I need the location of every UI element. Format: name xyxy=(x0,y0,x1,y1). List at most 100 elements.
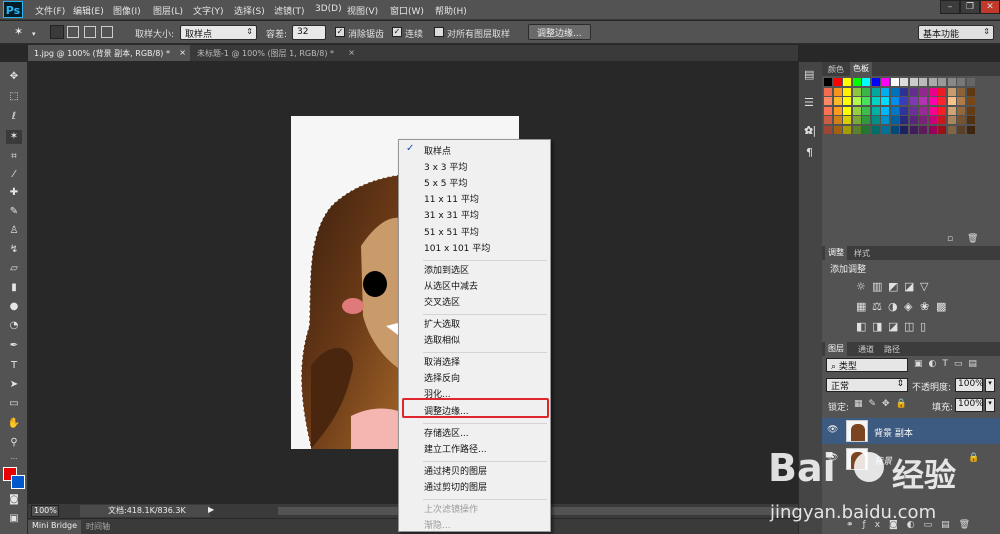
color-swatch[interactable] xyxy=(957,106,965,115)
quick-mask-icon[interactable]: ◙ xyxy=(6,493,22,507)
adjustment-icon[interactable]: ❀ xyxy=(920,300,929,313)
add-selection-icon[interactable] xyxy=(67,26,79,38)
color-swatch[interactable] xyxy=(966,116,975,124)
context-menu-item[interactable]: 扩大选取 xyxy=(424,317,460,330)
color-swatch[interactable] xyxy=(890,97,899,105)
swatch-grid[interactable] xyxy=(824,78,984,138)
sample-all-layers-checkbox[interactable] xyxy=(434,27,444,37)
sample-size-select[interactable]: 取样点 ⇕ xyxy=(180,25,257,40)
brush-tool-icon[interactable]: ✎ xyxy=(6,205,22,219)
tab-color[interactable]: 颜色 xyxy=(828,64,844,75)
color-swatch[interactable] xyxy=(966,125,975,134)
color-swatch[interactable] xyxy=(843,116,851,124)
context-menu-item[interactable]: 5 x 5 平均 xyxy=(424,176,467,189)
crop-tool-icon[interactable]: ⌗ xyxy=(6,150,22,164)
color-swatch[interactable] xyxy=(909,97,918,105)
color-swatch[interactable] xyxy=(957,87,965,96)
tab-styles[interactable]: 样式 xyxy=(854,248,870,259)
context-menu-item[interactable]: 交叉选区 xyxy=(424,295,460,308)
intersect-selection-icon[interactable] xyxy=(101,26,113,38)
pen-tool-icon[interactable]: ✒ xyxy=(6,339,22,353)
layer-filter-icons[interactable]: ▣◐T▭▤ xyxy=(914,359,983,369)
color-swatch[interactable] xyxy=(833,116,842,124)
color-swatch[interactable] xyxy=(947,87,956,96)
paragraph-icon[interactable]: ¶ xyxy=(806,146,813,159)
color-swatch[interactable] xyxy=(947,97,956,105)
move-tool-icon[interactable]: ✥ xyxy=(6,70,22,84)
color-swatch[interactable] xyxy=(900,78,908,86)
adjustment-icon[interactable]: ◪ xyxy=(888,320,898,333)
tab-adjustments[interactable]: 调整 xyxy=(825,246,847,260)
color-swatch[interactable] xyxy=(881,78,889,86)
context-menu-item[interactable]: 51 x 51 平均 xyxy=(424,225,479,238)
context-menu-item[interactable]: 添加到选区 xyxy=(424,263,469,276)
color-swatch[interactable] xyxy=(871,97,880,105)
color-swatch[interactable] xyxy=(871,87,880,96)
color-swatch[interactable] xyxy=(852,116,861,124)
menu-item[interactable]: 图层(L) xyxy=(153,4,183,17)
zoom-level-input[interactable]: 100% xyxy=(31,505,59,517)
color-swatch[interactable] xyxy=(938,78,946,86)
color-swatch[interactable] xyxy=(843,78,851,86)
color-swatch[interactable] xyxy=(909,106,918,115)
adjustment-icon[interactable]: ☼ xyxy=(856,280,866,293)
tab-layers[interactable]: 图层 xyxy=(825,342,847,356)
color-swatch[interactable] xyxy=(919,125,927,134)
tab-swatches[interactable]: 色板 xyxy=(850,62,872,76)
subtract-selection-icon[interactable] xyxy=(84,26,96,38)
color-swatch[interactable] xyxy=(852,106,861,115)
context-menu-item[interactable]: 101 x 101 平均 xyxy=(424,241,490,254)
adjustment-icon[interactable]: ◈ xyxy=(904,300,912,313)
color-swatch[interactable] xyxy=(843,97,851,105)
context-menu-item[interactable]: 11 x 11 平均 xyxy=(424,192,479,205)
lasso-tool-icon[interactable]: ℓ xyxy=(6,110,22,124)
color-swatch[interactable] xyxy=(871,78,880,86)
color-swatch[interactable] xyxy=(938,87,946,96)
color-swatch[interactable] xyxy=(871,106,880,115)
close-button[interactable]: ✕ xyxy=(980,0,1000,14)
stamp-tool-icon[interactable]: ♙ xyxy=(6,224,22,238)
color-swatch[interactable] xyxy=(833,106,842,115)
healing-brush-icon[interactable]: ✚ xyxy=(6,186,22,200)
color-swatch[interactable] xyxy=(928,106,937,115)
layer-filter-select[interactable]: ⌕ 类型 xyxy=(826,358,908,372)
color-swatch[interactable] xyxy=(919,106,927,115)
color-swatch[interactable] xyxy=(881,87,889,96)
color-swatch[interactable] xyxy=(833,78,842,86)
color-swatch[interactable] xyxy=(938,97,946,105)
color-swatch[interactable] xyxy=(900,125,908,134)
tolerance-input[interactable]: 32 xyxy=(292,25,326,40)
opacity-input[interactable]: 100% xyxy=(955,378,984,392)
restore-button[interactable]: ❐ xyxy=(960,0,980,14)
menu-item[interactable]: 3D(D) xyxy=(315,4,342,14)
menu-item[interactable]: 文字(Y) xyxy=(193,4,224,17)
tab-timeline[interactable]: 时间轴 xyxy=(86,521,110,532)
minimize-button[interactable]: – xyxy=(940,0,960,14)
history-brush-icon[interactable]: ↯ xyxy=(6,243,22,257)
blend-mode-select[interactable]: 正常 ⇕ xyxy=(826,378,908,392)
magic-wand-tool-icon[interactable]: ✶ xyxy=(14,25,28,39)
history-panel-icon[interactable]: ▤ xyxy=(804,68,814,81)
menu-item[interactable]: 文件(F) xyxy=(35,4,65,17)
color-swatch[interactable] xyxy=(947,125,956,134)
hand-tool-icon[interactable]: ✋ xyxy=(6,417,22,431)
eraser-tool-icon[interactable]: ▱ xyxy=(6,262,22,276)
magic-wand-tool-icon[interactable]: ✶ xyxy=(6,130,22,144)
adjustment-icon[interactable]: ◑ xyxy=(888,300,898,313)
menu-item[interactable]: 图像(I) xyxy=(113,4,141,17)
adjustment-icon[interactable]: ◫ xyxy=(904,320,914,333)
color-swatch[interactable] xyxy=(900,87,908,96)
color-swatch[interactable] xyxy=(957,97,965,105)
tab-mini-bridge[interactable]: Mini Bridge xyxy=(28,520,82,534)
lock-icons[interactable]: ▦✎✥🔒 xyxy=(854,399,913,409)
trash-icon[interactable]: 🗑 xyxy=(967,234,978,244)
color-swatch[interactable] xyxy=(909,116,918,124)
opacity-dropdown-icon[interactable]: ▾ xyxy=(985,378,995,392)
color-swatch[interactable] xyxy=(938,125,946,134)
color-swatch[interactable] xyxy=(843,87,851,96)
status-menu-arrow-icon[interactable]: ▶ xyxy=(208,505,214,514)
color-swatch[interactable] xyxy=(833,97,842,105)
color-swatch[interactable] xyxy=(862,125,870,134)
type-tool-icon[interactable]: T xyxy=(6,359,22,373)
color-swatch[interactable] xyxy=(938,106,946,115)
